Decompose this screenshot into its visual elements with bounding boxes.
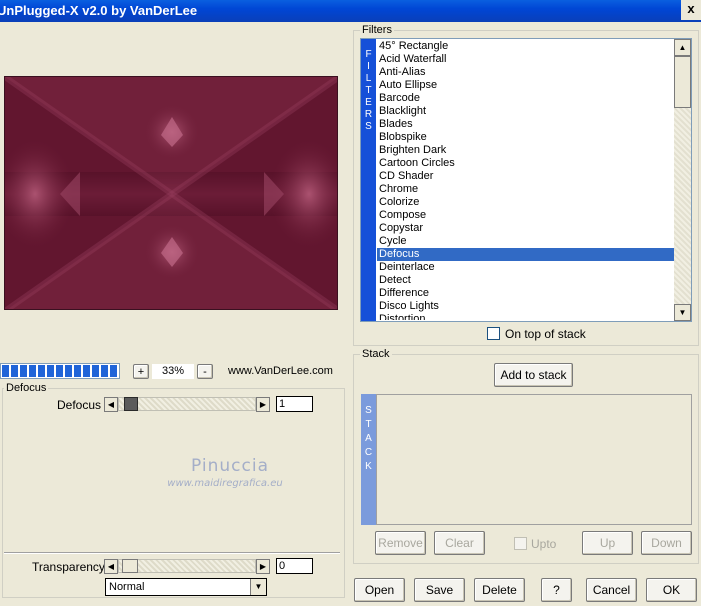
preview-image[interactable] — [4, 76, 338, 310]
filter-item[interactable]: Chrome — [377, 183, 674, 196]
stack-strip-letter: K — [365, 461, 372, 472]
filter-item[interactable]: Colorize — [377, 196, 674, 209]
filters-strip-letter: I — [367, 61, 370, 72]
up-button[interactable]: Up — [582, 531, 633, 555]
zoom-in-button[interactable]: + — [133, 364, 149, 379]
filters-strip-letter: E — [365, 97, 372, 108]
on-top-checkbox[interactable] — [487, 327, 500, 340]
filter-item[interactable]: CD Shader — [377, 170, 674, 183]
scroll-thumb[interactable] — [674, 56, 691, 108]
blend-mode-select[interactable]: Normal ▼ — [105, 578, 267, 596]
filter-item[interactable]: Copystar — [377, 222, 674, 235]
transparency-right-arrow[interactable]: ▶ — [256, 559, 270, 574]
ok-button[interactable]: OK — [646, 578, 697, 602]
filters-strip: FILTERS — [361, 39, 376, 321]
transparency-left-arrow[interactable]: ◀ — [104, 559, 118, 574]
filter-item[interactable]: Compose — [377, 209, 674, 222]
scroll-down-icon: ▼ — [678, 308, 687, 317]
filter-item[interactable]: Blacklight — [377, 105, 674, 118]
transparency-value-field[interactable]: 0 — [276, 558, 313, 574]
help-button[interactable]: ? — [541, 578, 572, 602]
stack-list[interactable] — [376, 394, 692, 525]
filter-item[interactable]: Distortion — [377, 313, 674, 320]
arrow-left-icon: ◀ — [107, 562, 115, 571]
add-to-stack-button[interactable]: Add to stack — [494, 363, 573, 387]
filter-item[interactable]: Difference — [377, 287, 674, 300]
upto-label: Upto — [531, 537, 557, 551]
website-label[interactable]: www.VanDerLee.com — [228, 365, 333, 377]
progress-bar — [0, 363, 120, 379]
filter-item[interactable]: Blades — [377, 118, 674, 131]
filter-item[interactable]: Barcode — [377, 92, 674, 105]
filter-item[interactable]: Cartoon Circles — [377, 157, 674, 170]
filter-item[interactable]: Acid Waterfall — [377, 53, 674, 66]
filters-strip-letter: F — [365, 49, 372, 60]
arrow-right-icon: ▶ — [259, 562, 267, 571]
defocus-value-field[interactable]: 1 — [276, 396, 313, 412]
stack-group-label: Stack — [360, 348, 392, 360]
open-button[interactable]: Open — [354, 578, 405, 602]
clear-button[interactable]: Clear — [434, 531, 485, 555]
stack-strip-letter: S — [365, 405, 372, 416]
scroll-down-button[interactable]: ▼ — [674, 304, 691, 321]
window-title: UnPlugged-X v2.0 by VanDerLee — [0, 3, 198, 18]
arrow-left-icon: ◀ — [107, 400, 115, 409]
filter-item[interactable]: 45° Rectangle — [377, 40, 674, 53]
defocus-label: Defocus — [57, 398, 102, 412]
upto-checkbox[interactable] — [514, 537, 527, 550]
stack-strip-letter: A — [365, 433, 372, 444]
blend-mode-value: Normal — [109, 581, 145, 593]
transparency-label: Transparency — [32, 560, 105, 574]
zoom-value: 33% — [152, 364, 194, 379]
divider — [4, 552, 340, 554]
filter-item[interactable]: Anti-Alias — [377, 66, 674, 79]
filter-item[interactable]: Defocus — [377, 248, 674, 261]
filters-listbox[interactable]: FILTERS 45° Rectangle Acid Waterfall Anti-… — [360, 38, 692, 322]
on-top-label: On top of stack — [505, 327, 586, 341]
filter-item[interactable]: Disco Lights — [377, 300, 674, 313]
dropdown-icon[interactable]: ▼ — [250, 579, 266, 595]
delete-button[interactable]: Delete — [474, 578, 525, 602]
filter-item[interactable]: Cycle — [377, 235, 674, 248]
filters-scrollbar[interactable]: ▲ ▼ — [674, 39, 691, 321]
filter-item[interactable]: Detect — [377, 274, 674, 287]
remove-button[interactable]: Remove — [375, 531, 426, 555]
filter-item[interactable]: Blobspike — [377, 131, 674, 144]
preview-canvas — [5, 77, 337, 309]
stack-strip-letter: C — [364, 447, 373, 458]
zoom-out-button[interactable]: - — [197, 364, 213, 379]
transparency-slider[interactable] — [118, 559, 256, 573]
filter-item[interactable]: Deinterlace — [377, 261, 674, 274]
filter-list[interactable]: 45° Rectangle Acid Waterfall Anti-Alias Aut… — [377, 40, 674, 320]
defocus-left-arrow[interactable]: ◀ — [104, 397, 118, 412]
filters-strip-letter: S — [365, 121, 372, 132]
defocus-right-arrow[interactable]: ▶ — [256, 397, 270, 412]
title-bar: UnPlugged-X v2.0 by VanDerLee x — [0, 0, 701, 22]
filters-strip-letter: T — [365, 85, 372, 96]
cancel-button[interactable]: Cancel — [586, 578, 637, 602]
transparency-slider-thumb[interactable] — [122, 559, 138, 573]
down-button[interactable]: Down — [641, 531, 692, 555]
defocus-slider-thumb[interactable] — [124, 397, 138, 411]
filter-item[interactable]: Brighten Dark — [377, 144, 674, 157]
params-group-label: Defocus — [4, 382, 49, 394]
filters-group-label: Filters — [360, 24, 394, 36]
save-button[interactable]: Save — [414, 578, 465, 602]
close-button[interactable]: x — [681, 0, 701, 20]
filters-strip-letter: R — [364, 109, 373, 120]
filters-strip-letter: L — [365, 73, 372, 84]
scroll-up-icon: ▲ — [678, 43, 687, 52]
arrow-right-icon: ▶ — [259, 400, 267, 409]
defocus-slider[interactable] — [118, 397, 256, 411]
scroll-up-button[interactable]: ▲ — [674, 39, 691, 56]
filter-item[interactable]: Auto Ellipse — [377, 79, 674, 92]
stack-strip-letter: T — [365, 419, 372, 430]
stack-strip: STACK — [361, 394, 376, 525]
